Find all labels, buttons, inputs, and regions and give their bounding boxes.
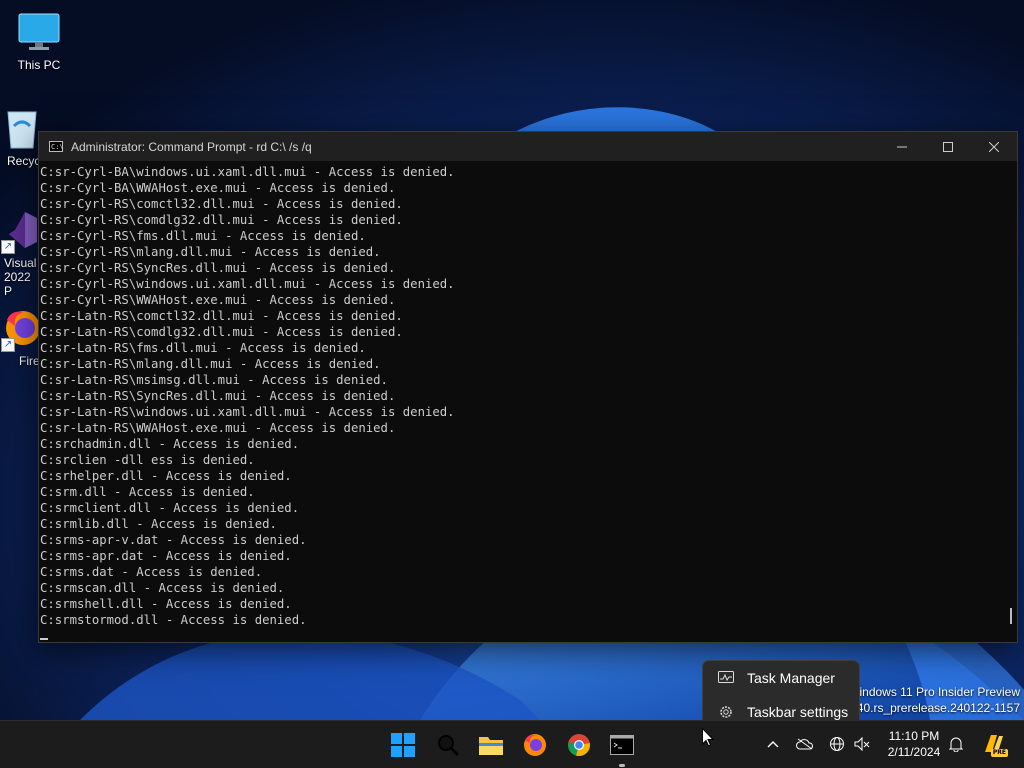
gear-icon — [717, 703, 735, 721]
menu-item-label: Taskbar settings — [747, 704, 849, 720]
volume-muted-icon — [854, 737, 870, 751]
volume-tray-button[interactable] — [851, 733, 873, 755]
console-line: C:srmshell.dll - Access is denied. — [40, 597, 292, 611]
command-prompt-icon: C:\ — [49, 141, 64, 152]
console-line: C:srchadmin.dll - Access is denied. — [40, 437, 300, 451]
firefox-icon — [524, 734, 546, 756]
maximize-button[interactable] — [925, 132, 971, 161]
command-prompt-window[interactable]: C:\ Administrator: Command Prompt - rd C… — [38, 131, 1018, 643]
onedrive-icon — [796, 738, 814, 750]
console-line: C:sr-Latn-RS\msimsg.dll.mui - Access is … — [40, 373, 388, 387]
close-icon — [989, 141, 999, 152]
chevron-up-icon — [767, 741, 779, 748]
desktop-icon-label: Visual — [4, 256, 37, 270]
file-explorer-button[interactable] — [475, 729, 507, 761]
console-line: C:srms-apr-v.dat - Access is denied. — [40, 533, 307, 547]
console-line: C:srms-apr.dat - Access is denied. — [40, 549, 292, 563]
console-line: C:sr-Cyrl-RS\comdlg32.dll.mui - Access i… — [40, 213, 403, 227]
vertical-scrollbar[interactable] — [1003, 162, 1017, 642]
windows-build-watermark: Windows 11 Pro Insider Preview 6040.rs_p… — [843, 684, 1020, 716]
console-line: C:srmclient.dll - Access is denied. — [40, 501, 300, 515]
window-title: Administrator: Command Prompt - rd C:\ /… — [71, 139, 312, 154]
notifications-button[interactable] — [945, 733, 967, 755]
console-line: C:sr-Cyrl-RS\mlang.dll.mui - Access is d… — [40, 245, 381, 259]
menu-item-label: Task Manager — [747, 670, 835, 686]
desktop-icon-visual-studio[interactable]: ↗ Visual 2022 P — [0, 208, 39, 298]
notification-bell-icon — [949, 737, 963, 752]
desktop-icon-label: This PC — [17, 58, 61, 72]
console-line: C:sr-Cyrl-BA\WWAHost.exe.mui - Access is… — [40, 181, 396, 195]
console-line: C:sr-Latn-RS\fms.dll.mui - Access is den… — [40, 341, 366, 355]
mouse-pointer-icon — [702, 728, 714, 747]
search-button[interactable] — [432, 729, 464, 761]
console-line: C:srms.dat - Access is denied. — [40, 565, 263, 579]
start-button[interactable] — [387, 729, 419, 761]
taskbar-context-menu: Task Manager Taskbar settings — [702, 660, 860, 721]
copilot-preview-badge: PRE — [990, 749, 1008, 757]
start-icon — [391, 733, 415, 757]
console-line: C:sr-Cyrl-RS\comctl32.dll.mui - Access i… — [40, 197, 403, 211]
desktop-icon-label: Fire — [19, 354, 40, 368]
firefox-taskbar-button[interactable] — [519, 729, 551, 761]
copilot-button[interactable]: PRE — [980, 731, 1008, 757]
search-icon — [438, 735, 460, 757]
maximize-icon — [943, 141, 953, 152]
console-line: C:sr-Latn-RS\SyncRes.dll.mui - Access is… — [40, 389, 396, 403]
minimize-icon — [897, 146, 907, 147]
file-explorer-icon — [479, 737, 503, 755]
chrome-taskbar-button[interactable] — [563, 729, 595, 761]
menu-item-task-manager[interactable]: Task Manager — [703, 661, 859, 695]
active-app-indicator — [619, 764, 625, 767]
console-line: C:srm.dll - Access is denied. — [40, 485, 255, 499]
monitor-icon — [17, 10, 61, 54]
text-cursor — [40, 638, 48, 640]
shortcut-arrow-icon: ↗ — [1, 338, 15, 352]
show-hidden-icons-button[interactable] — [762, 733, 784, 755]
command-prompt-taskbar-button[interactable] — [606, 729, 638, 761]
console-line: C:sr-Latn-RS\WWAHost.exe.mui - Access is… — [40, 421, 396, 435]
firefox-icon: ↗ — [0, 306, 41, 352]
console-line: C:sr-Cyrl-RS\windows.ui.xaml.dll.mui - A… — [40, 277, 455, 291]
console-line: C:sr-Latn-RS\comctl32.dll.mui - Access i… — [40, 309, 403, 323]
network-icon — [830, 737, 844, 751]
taskbar: 11:10 PM 2/11/2024 PRE — [0, 720, 1024, 768]
console-line: C:sr-Latn-RS\comdlg32.dll.mui - Access i… — [40, 325, 403, 339]
chrome-icon — [568, 734, 590, 757]
onedrive-tray-button[interactable] — [794, 733, 816, 755]
window-titlebar[interactable]: C:\ Administrator: Command Prompt - rd C… — [39, 132, 1017, 161]
console-line: C:srclien -dll ess is denied. — [40, 453, 255, 467]
minimize-button[interactable] — [879, 132, 925, 161]
console-output[interactable]: C:sr-Cyrl-BA\windows.ui.xaml.dll.mui - A… — [39, 162, 1003, 642]
console-line: C:sr-Cyrl-RS\fms.dll.mui - Access is den… — [40, 229, 366, 243]
task-manager-icon — [717, 669, 735, 687]
desktop-icon-label-line2: 2022 P — [4, 270, 31, 298]
console-line: C:sr-Cyrl-BA\windows.ui.xaml.dll.mui - A… — [40, 165, 455, 179]
console-line: C:srmlib.dll - Access is denied. — [40, 517, 277, 531]
close-button[interactable] — [971, 132, 1017, 161]
command-prompt-icon — [610, 735, 634, 755]
console-line: C:srmstormod.dll - Access is denied. — [40, 613, 307, 627]
menu-item-taskbar-settings[interactable]: Taskbar settings — [703, 695, 859, 721]
console-line: C:srhelper.dll - Access is denied. — [40, 469, 292, 483]
shortcut-arrow-icon: ↗ — [1, 240, 15, 254]
console-line: C:srmscan.dll - Access is denied. — [40, 581, 285, 595]
console-line: C:sr-Latn-RS\windows.ui.xaml.dll.mui - A… — [40, 405, 455, 419]
console-line: C:sr-Latn-RS\mlang.dll.mui - Access is d… — [40, 357, 381, 371]
scrollbar-thumb[interactable] — [1010, 608, 1012, 624]
clock-time: 11:10 PM — [888, 729, 940, 743]
watermark-build: 6040.rs_prerelease.240122-1157 — [843, 701, 1020, 715]
visual-studio-icon: ↗ — [0, 208, 39, 254]
console-line: C:sr-Cyrl-RS\SyncRes.dll.mui - Access is… — [40, 261, 396, 275]
desktop-icon-firefox[interactable]: ↗ Fire — [0, 306, 41, 368]
console-line: C:sr-Cyrl-RS\WWAHost.exe.mui - Access is… — [40, 293, 396, 307]
clock-date: 2/11/2024 — [887, 745, 941, 759]
desktop-icon-this-pc[interactable]: This PC — [0, 10, 79, 72]
network-tray-button[interactable] — [826, 733, 848, 755]
watermark-edition: Windows 11 Pro Insider Preview — [848, 685, 1020, 699]
taskbar-clock[interactable]: 11:10 PM 2/11/2024 — [878, 728, 950, 760]
